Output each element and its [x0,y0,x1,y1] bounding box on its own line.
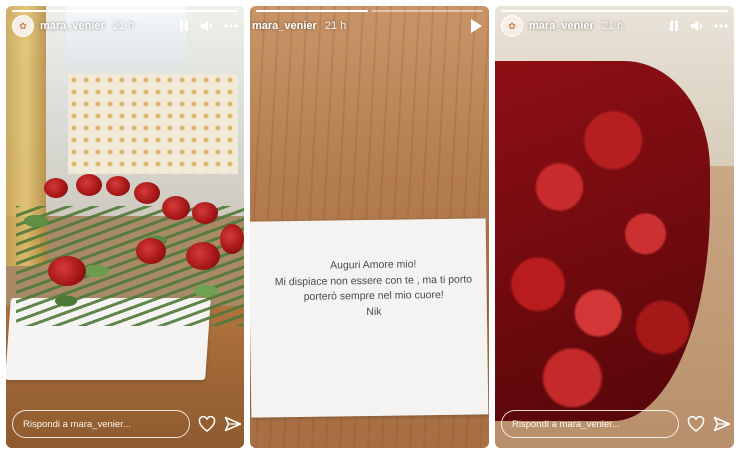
story-progress-bar [256,10,483,12]
story-header: mara_venier 21 h [252,15,483,37]
send-icon[interactable] [713,416,731,432]
avatar[interactable]: ✿ [501,15,523,37]
story-progress-bar [501,10,728,12]
post-time: 21 h [601,20,624,32]
story-progress-bar [12,10,238,12]
more-icon[interactable] [224,24,238,28]
play-icon[interactable] [469,18,483,34]
story-panel-roses-bouquet: ✿ mara_venier 21 h [6,6,244,448]
pause-icon[interactable] [668,20,680,32]
pause-icon[interactable] [178,20,190,32]
username[interactable]: mara_venier [529,20,594,32]
note-card: Auguri Amore mio! Mi dispiace non essere… [250,218,489,418]
heart-icon[interactable] [198,416,216,432]
note-signature: Nik [366,305,382,318]
post-time: 21 h [324,20,347,32]
story-header: ✿ mara_venier 21 h [501,15,728,37]
send-icon[interactable] [224,416,242,432]
reply-input[interactable] [12,410,190,438]
reply-bar [12,408,242,440]
username[interactable]: mara_venier [252,20,317,32]
tiled-backsplash [68,74,238,174]
avatar[interactable]: ✿ [12,15,34,37]
story-panel-roses-floor: ✿ mara_venier 21 h [495,6,734,448]
volume-icon[interactable] [200,20,214,32]
reply-input[interactable] [501,410,679,438]
story-header: ✿ mara_venier 21 h [12,15,238,37]
heart-icon[interactable] [687,416,705,432]
username[interactable]: mara_venier [40,20,105,32]
post-time: 21 h [112,20,135,32]
reply-bar [501,408,731,440]
more-icon[interactable] [714,24,728,28]
note-text: Auguri Amore mio! Mi dispiace non essere… [250,256,489,322]
volume-icon[interactable] [690,20,704,32]
story-panel-handwritten-note: Auguri Amore mio! Mi dispiace non essere… [250,6,489,448]
